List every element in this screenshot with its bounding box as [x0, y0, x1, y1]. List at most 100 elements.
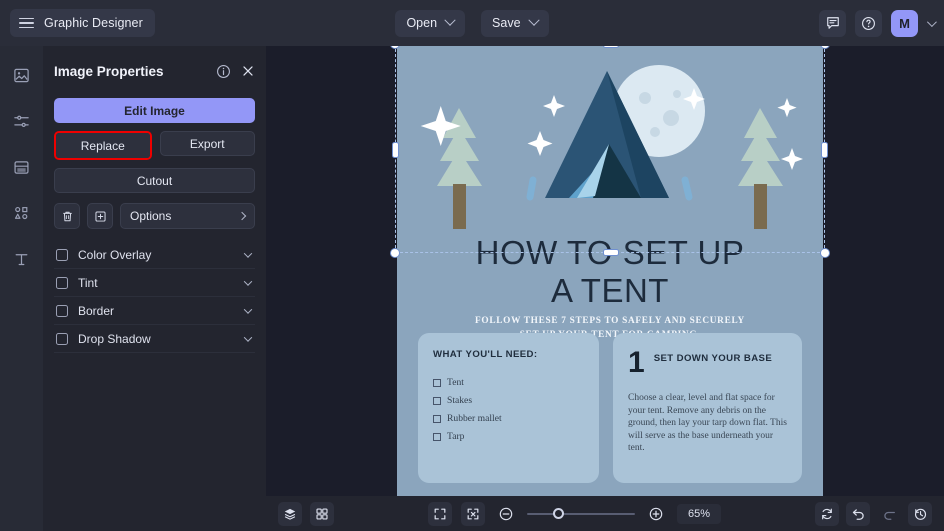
history-controls	[815, 502, 932, 526]
trash-icon	[61, 210, 74, 223]
step-heading: SET DOWN YOUR BASE	[654, 349, 772, 364]
resize-handle-top-left[interactable]	[391, 46, 399, 48]
resize-handle-middle-right[interactable]	[822, 143, 827, 157]
need-label: Tarp	[447, 431, 464, 442]
checkbox-tint[interactable]	[56, 277, 68, 289]
left-tool-rail	[0, 46, 43, 531]
resize-handle-bottom-right[interactable]	[821, 249, 829, 257]
top-bar: Graphic Designer	[0, 0, 944, 46]
card-what-you-need[interactable]: WHAT YOU'LL NEED: Tent Stakes Rubber mal…	[418, 333, 599, 483]
zoom-slider-track	[527, 513, 635, 515]
help-circle-icon	[861, 16, 876, 31]
step-number: 1	[628, 349, 645, 376]
checkbox-icon[interactable]	[433, 379, 441, 387]
checkbox-drop-shadow[interactable]	[56, 333, 68, 345]
reset-icon	[820, 507, 834, 521]
open-label: Open	[406, 16, 437, 30]
fit-to-screen-button[interactable]	[461, 502, 485, 526]
layers-button[interactable]	[278, 502, 302, 526]
chevron-down-icon[interactable]	[244, 249, 252, 257]
zoom-controls: 65%	[334, 502, 815, 526]
effect-color-overlay[interactable]: Color Overlay	[54, 241, 255, 269]
reset-button[interactable]	[815, 502, 839, 526]
selection-box[interactable]	[395, 46, 825, 253]
zoom-in-button[interactable]	[644, 502, 668, 526]
effect-border[interactable]: Border	[54, 297, 255, 325]
text-icon	[13, 251, 30, 268]
effect-drop-shadow[interactable]: Drop Shadow	[54, 325, 255, 353]
checkbox-icon[interactable]	[433, 433, 441, 441]
poster-title-line2[interactable]: A TENT	[397, 272, 823, 310]
grid-button[interactable]	[310, 502, 334, 526]
replace-button[interactable]: Replace	[56, 133, 150, 158]
zoom-level-value[interactable]: 65%	[677, 504, 721, 524]
chevron-down-icon[interactable]	[244, 333, 252, 341]
sidebar-item-text[interactable]	[7, 244, 37, 274]
image-icon	[13, 67, 30, 84]
panel-close-button[interactable]	[241, 64, 255, 78]
zoom-slider[interactable]	[527, 507, 635, 521]
comment-button[interactable]	[819, 10, 846, 37]
bottom-left-tools	[278, 502, 334, 526]
effect-label: Border	[78, 304, 235, 318]
chevron-down-icon[interactable]	[244, 305, 252, 313]
list-item[interactable]: Tent	[433, 377, 584, 388]
effect-label: Drop Shadow	[78, 332, 235, 346]
sidebar-item-adjust[interactable]	[7, 106, 37, 136]
effect-tint[interactable]: Tint	[54, 269, 255, 297]
redo-button[interactable]	[877, 502, 901, 526]
canvas-area[interactable]: HOW TO SET UP A TENT FOLLOW THESE 7 STEP…	[266, 46, 944, 496]
checkbox-color-overlay[interactable]	[56, 249, 68, 261]
edit-image-button[interactable]: Edit Image	[54, 98, 255, 123]
history-button[interactable]	[908, 502, 932, 526]
checkbox-border[interactable]	[56, 305, 68, 317]
close-icon	[241, 64, 255, 78]
shapes-icon	[13, 205, 30, 222]
list-item[interactable]: Tarp	[433, 431, 584, 442]
resize-handle-top-center[interactable]	[604, 46, 618, 47]
object-tools-row: Options	[54, 203, 255, 229]
avatar[interactable]: M	[891, 10, 918, 37]
chevron-down-icon[interactable]	[444, 15, 455, 26]
save-button[interactable]: Save	[481, 10, 549, 37]
panel-info-button[interactable]	[216, 64, 231, 79]
effect-label: Tint	[78, 276, 235, 290]
top-bar-right-actions: M	[819, 0, 934, 46]
delete-button[interactable]	[54, 203, 80, 229]
duplicate-icon	[94, 210, 107, 223]
card-step-one[interactable]: 1 SET DOWN YOUR BASE Choose a clear, lev…	[613, 333, 802, 483]
chevron-down-icon[interactable]	[528, 15, 539, 26]
list-item[interactable]: Stakes	[433, 395, 584, 406]
help-button[interactable]	[855, 10, 882, 37]
sidebar-item-image[interactable]	[7, 60, 37, 90]
sidebar-item-layout[interactable]	[7, 152, 37, 182]
resize-handle-middle-left[interactable]	[393, 143, 398, 157]
app-menu-button[interactable]: Graphic Designer	[10, 9, 155, 37]
redo-icon	[882, 506, 897, 521]
checkbox-icon[interactable]	[433, 415, 441, 423]
zoom-slider-thumb[interactable]	[553, 508, 564, 519]
resize-handle-bottom-center[interactable]	[604, 250, 618, 255]
checkbox-icon[interactable]	[433, 397, 441, 405]
resize-handle-bottom-left[interactable]	[391, 249, 399, 257]
list-item[interactable]: Rubber mallet	[433, 413, 584, 424]
replace-highlight: Replace	[54, 131, 152, 160]
page-title: Image Properties	[54, 64, 206, 79]
zoom-out-icon	[498, 506, 514, 522]
cutout-button[interactable]: Cutout	[54, 168, 255, 193]
info-icon	[216, 64, 231, 79]
need-label: Tent	[447, 377, 464, 388]
duplicate-button[interactable]	[87, 203, 113, 229]
resize-handle-top-right[interactable]	[821, 46, 829, 48]
image-properties-panel: Image Properties Edit Image Replace Expo…	[43, 46, 266, 531]
export-button[interactable]: Export	[160, 131, 256, 156]
bottom-toolbar: 65%	[266, 496, 944, 531]
open-button[interactable]: Open	[395, 10, 465, 37]
fullscreen-button[interactable]	[428, 502, 452, 526]
undo-button[interactable]	[846, 502, 870, 526]
chevron-down-icon[interactable]	[244, 277, 252, 285]
options-button[interactable]: Options	[120, 203, 255, 229]
hamburger-icon[interactable]	[19, 18, 34, 29]
zoom-out-button[interactable]	[494, 502, 518, 526]
sidebar-item-shapes[interactable]	[7, 198, 37, 228]
